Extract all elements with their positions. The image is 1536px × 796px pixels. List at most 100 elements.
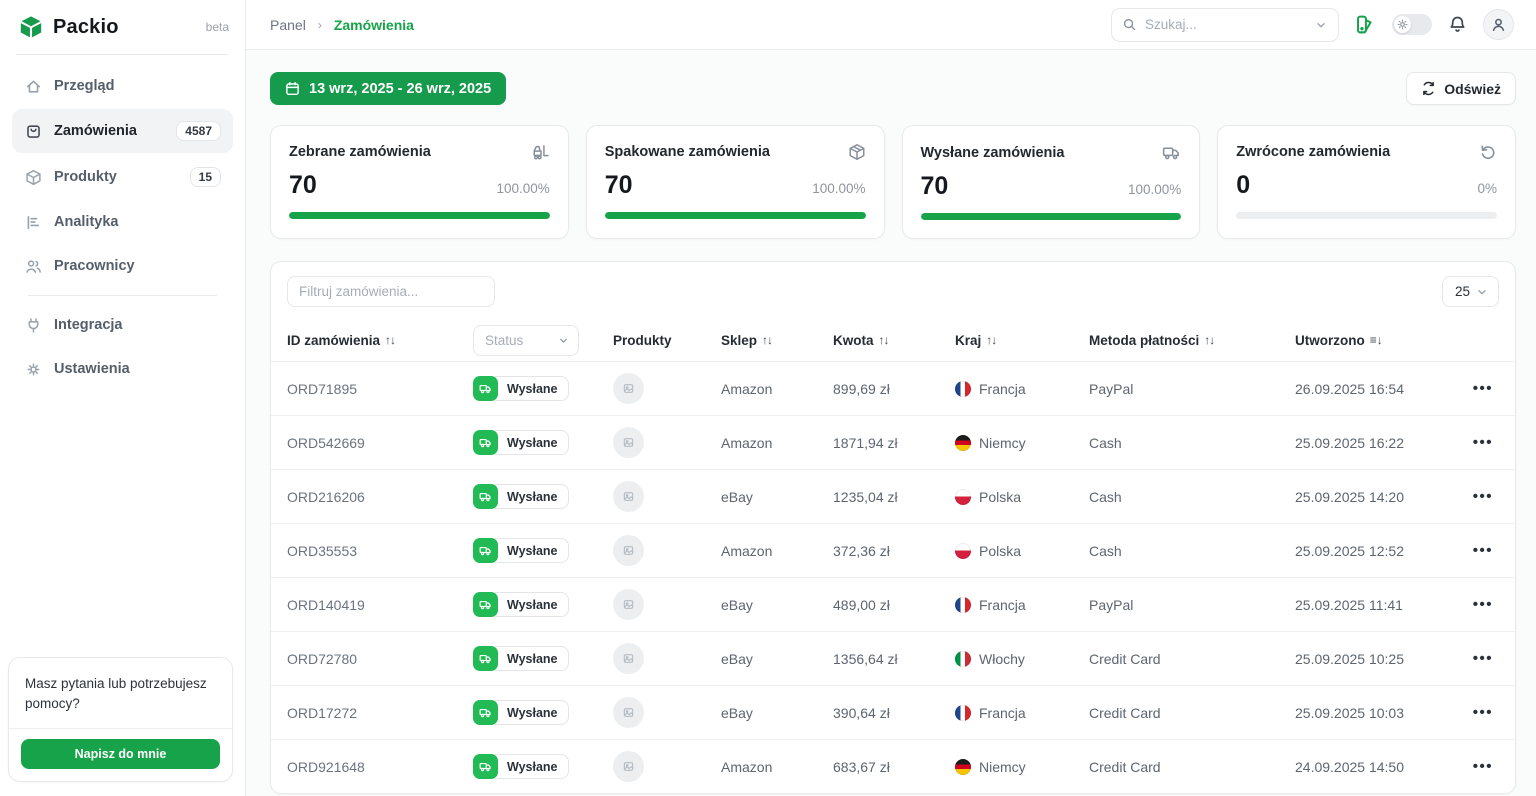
table-row[interactable]: ORD72780 Wysłane eBay 1356,64 zł Włochy …: [271, 631, 1515, 685]
breadcrumb-parent[interactable]: Panel: [270, 17, 306, 33]
theme-toggle[interactable]: [1392, 14, 1432, 35]
country-cell: Francja: [955, 705, 1089, 721]
table-row[interactable]: ORD35553 Wysłane Amazon 372,36 zł Polska…: [271, 523, 1515, 577]
refresh-button[interactable]: Odśwież: [1406, 72, 1516, 105]
order-amount: 372,36 zł: [833, 543, 955, 559]
sidebar-item-pracownicy[interactable]: Pracownicy: [12, 245, 233, 287]
order-id: ORD17272: [287, 705, 473, 721]
status-badge: Wysłane: [473, 700, 569, 725]
orders-icon: [24, 122, 42, 140]
row-actions-menu-button[interactable]: •••: [1473, 381, 1493, 396]
filter-orders-input[interactable]: [287, 276, 495, 307]
stat-card-zwrocone: Zwrócone zamówienia 0 0%: [1217, 125, 1516, 239]
row-actions-menu-button[interactable]: •••: [1473, 489, 1493, 504]
created-at: 25.09.2025 12:52: [1295, 543, 1450, 559]
column-header-shop[interactable]: Sklep↑↓: [721, 333, 833, 348]
progress-bar: [605, 212, 866, 219]
progress-bar: [1236, 212, 1497, 219]
row-actions-menu-button[interactable]: •••: [1473, 759, 1493, 774]
order-id: ORD72780: [287, 651, 473, 667]
content-area: 13 wrz, 2025 - 26 wrz, 2025 Odśwież Zebr…: [246, 50, 1536, 796]
sidebar-item-przeglad[interactable]: Przegląd: [12, 65, 233, 107]
status-filter-select[interactable]: Status: [473, 325, 579, 356]
truck-icon: [473, 646, 498, 671]
truck-icon: [473, 376, 498, 401]
swatchbook-icon[interactable]: [1353, 12, 1378, 37]
row-actions-menu-button[interactable]: •••: [1473, 435, 1493, 450]
page-size-select[interactable]: 25: [1442, 276, 1499, 307]
status-label: Wysłane: [495, 646, 569, 671]
order-amount: 1235,04 zł: [833, 489, 955, 505]
table-row[interactable]: ORD542669 Wysłane Amazon 1871,94 zł Niem…: [271, 415, 1515, 469]
row-actions-menu-button[interactable]: •••: [1473, 597, 1493, 612]
sidebar: Packio beta Przegląd Zamówienia 4587: [0, 0, 246, 796]
stat-title: Spakowane zamówienia: [605, 144, 770, 160]
order-id: ORD921648: [287, 759, 473, 775]
contact-me-button[interactable]: Napisz do mnie: [21, 739, 220, 769]
row-actions-menu-button[interactable]: •••: [1473, 651, 1493, 666]
date-range-button[interactable]: 13 wrz, 2025 - 26 wrz, 2025: [270, 72, 506, 105]
sidebar-item-ustawienia[interactable]: Ustawienia: [12, 348, 233, 390]
divider: [16, 54, 229, 55]
stat-value: 70: [289, 171, 317, 200]
packio-logo-icon: [18, 14, 44, 40]
table-row[interactable]: ORD216206 Wysłane eBay 1235,04 zł Polska…: [271, 469, 1515, 523]
truck-icon: [473, 700, 498, 725]
table-row[interactable]: ORD71895 Wysłane Amazon 899,69 zł Francj…: [271, 361, 1515, 415]
image-placeholder-icon: [623, 545, 634, 556]
image-placeholder-icon: [623, 383, 634, 394]
column-header-created[interactable]: Utworzono≡↓: [1295, 333, 1450, 348]
column-header-country[interactable]: Kraj↑↓: [955, 333, 1089, 348]
sort-icon: ↑↓: [762, 333, 772, 347]
chevron-down-icon[interactable]: [1314, 18, 1328, 32]
status-label: Wysłane: [495, 700, 569, 725]
row-actions-menu-button[interactable]: •••: [1473, 543, 1493, 558]
sort-desc-icon: ≡↓: [1370, 333, 1383, 347]
stat-percent: 100.00%: [812, 181, 865, 196]
created-at: 25.09.2025 14:20: [1295, 489, 1450, 505]
order-id: ORD35553: [287, 543, 473, 559]
sun-icon: [1394, 16, 1411, 33]
order-amount: 390,64 zł: [833, 705, 955, 721]
country-name: Polska: [979, 489, 1021, 505]
order-amount: 489,00 zł: [833, 597, 955, 613]
sidebar-item-label: Produkty: [54, 169, 178, 185]
sidebar-item-zamowienia[interactable]: Zamówienia 4587: [12, 109, 233, 153]
status-badge: Wysłane: [473, 484, 569, 509]
country-name: Włochy: [979, 651, 1025, 667]
search-input[interactable]: [1145, 17, 1306, 32]
sidebar-item-integracja[interactable]: Integracja: [12, 304, 233, 346]
table-row[interactable]: ORD140419 Wysłane eBay 489,00 zł Francja…: [271, 577, 1515, 631]
product-thumbnail: [613, 589, 644, 620]
country-flag-icon: [955, 705, 971, 721]
stat-value: 0: [1236, 171, 1250, 200]
column-header-payment[interactable]: Metoda płatności↑↓: [1089, 333, 1295, 348]
created-at: 25.09.2025 10:25: [1295, 651, 1450, 667]
country-cell: Niemcy: [955, 435, 1089, 451]
sidebar-item-analityka[interactable]: Analityka: [12, 201, 233, 243]
country-name: Niemcy: [979, 435, 1026, 451]
logo: Packio beta: [0, 0, 245, 52]
truck-icon: [473, 430, 498, 455]
search-input-wrapper: [1111, 8, 1339, 42]
main-column: Panel › Zamówienia: [246, 0, 1536, 796]
package-icon: [24, 168, 42, 186]
truck-icon: [473, 484, 498, 509]
product-thumbnail: [613, 535, 644, 566]
chevron-down-icon: [557, 334, 570, 347]
calendar-icon: [285, 81, 300, 96]
package-icon: [848, 143, 866, 161]
table-row[interactable]: ORD921648 Wysłane Amazon 683,67 zł Niemc…: [271, 739, 1515, 793]
divider: [28, 295, 217, 296]
user-avatar[interactable]: [1483, 9, 1514, 40]
shop-name: eBay: [721, 489, 833, 505]
row-actions-menu-button[interactable]: •••: [1473, 705, 1493, 720]
refresh-icon: [1421, 81, 1436, 96]
notifications-bell-icon[interactable]: [1446, 13, 1469, 36]
column-header-amount[interactable]: Kwota↑↓: [833, 333, 955, 348]
table-row[interactable]: ORD17272 Wysłane eBay 390,64 zł Francja …: [271, 685, 1515, 739]
column-header-id[interactable]: ID zamówienia↑↓: [287, 333, 473, 348]
progress-bar: [921, 213, 1182, 220]
stat-card-zebrane: Zebrane zamówienia 70 100.00%: [270, 125, 569, 239]
sidebar-item-produkty[interactable]: Produkty 15: [12, 155, 233, 199]
